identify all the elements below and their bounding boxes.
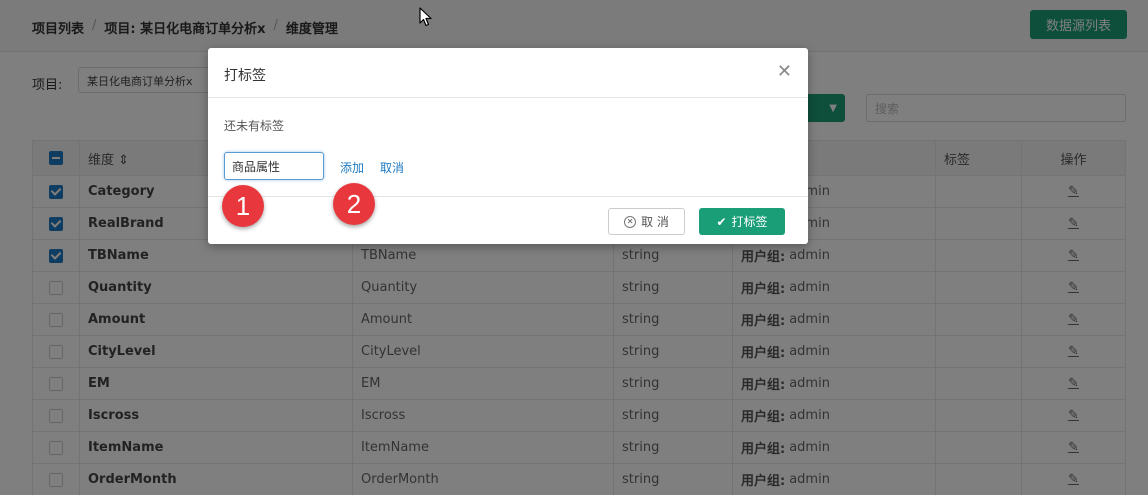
submit-tag-button[interactable]: ✔ 打标签 — [699, 208, 785, 235]
close-icon[interactable]: ✕ — [777, 61, 792, 82]
annotation-badge-2: 2 — [333, 183, 375, 225]
no-tags-message: 还未有标签 — [224, 119, 285, 133]
submit-tag-button-label: 打标签 — [731, 215, 768, 229]
dialog-body: 还未有标签 添加 取消 — [208, 98, 808, 196]
tag-input[interactable] — [224, 152, 324, 180]
tag-dialog: 打标签 ✕ 还未有标签 添加 取消 ✕ 取 消 ✔ 打标签 — [208, 48, 808, 244]
add-tag-link[interactable]: 添加 — [340, 159, 364, 176]
dialog-title: 打标签 — [224, 68, 266, 84]
dialog-footer: ✕ 取 消 ✔ 打标签 — [208, 196, 808, 244]
cancel-circle-icon: ✕ — [624, 215, 637, 228]
cancel-tag-link[interactable]: 取消 — [380, 159, 404, 176]
mouse-cursor-icon — [419, 7, 432, 27]
cancel-button[interactable]: ✕ 取 消 — [608, 208, 685, 235]
check-icon: ✔ — [716, 214, 727, 229]
cancel-button-label: 取 消 — [641, 215, 669, 229]
dialog-header: 打标签 ✕ — [208, 48, 808, 98]
annotation-badge-1: 1 — [222, 185, 264, 227]
